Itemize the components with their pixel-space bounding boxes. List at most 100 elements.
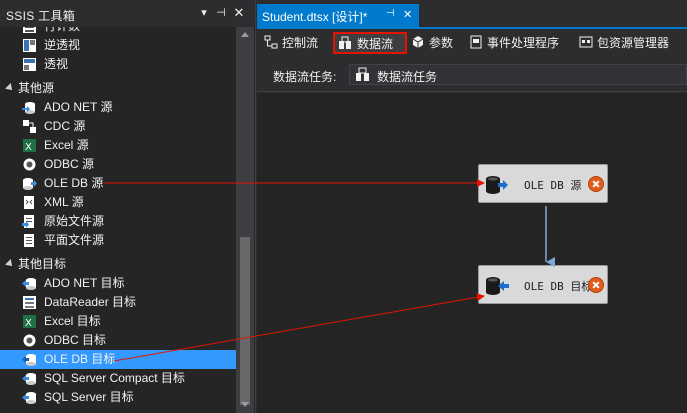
toolbox-item-odbc-destination[interactable]: ODBC 目标 xyxy=(0,331,236,350)
toolbox-item-label: XML 源 xyxy=(44,195,84,209)
oledb-destination-component[interactable]: OLE DB 目标 xyxy=(478,265,608,304)
toolbox-item-ado-net-destination[interactable]: ADO NET 目标 xyxy=(0,274,236,293)
ado-net-destination-icon xyxy=(22,278,36,290)
toolbox-item-label: OLE DB 目标 xyxy=(44,352,116,366)
toolbox-item-label: ADO NET 目标 xyxy=(44,276,125,290)
toolbox-item-label: Excel 目标 xyxy=(44,314,101,328)
tab-package-explorer[interactable]: 包资源管理器 xyxy=(575,32,683,54)
scrollbar-thumb[interactable] xyxy=(240,237,250,405)
toolbox-item-raw-file-source[interactable]: 原始文件源 xyxy=(0,212,236,231)
toolbox-item[interactable]: 行计数 xyxy=(0,27,236,36)
toolbox-category-other-destinations[interactable]: 其他目标 xyxy=(0,255,236,274)
oledb-source-icon xyxy=(486,176,508,194)
package-designer: Student.dtsx [设计]* ⊣ ✕ 控制流 数据流 参数 事件处理程序… xyxy=(257,0,687,413)
tab-label: 包资源管理器 xyxy=(597,36,670,50)
tab-event-handlers[interactable]: 事件处理程序 xyxy=(465,32,565,54)
unpivot-icon xyxy=(23,39,36,52)
tab-parameters[interactable]: 参数 xyxy=(407,32,459,54)
xml-source-icon xyxy=(24,196,34,209)
control-flow-icon xyxy=(264,35,278,49)
toolbox-item-sql-compact-destination[interactable]: SQL Server Compact 目标 xyxy=(0,369,236,388)
odbc-destination-icon xyxy=(23,334,36,347)
designer-tab-bar: 控制流 数据流 参数 事件处理程序 包资源管理器 xyxy=(257,29,687,57)
excel-source-icon: X xyxy=(23,139,36,153)
data-flow-task-label: 数据流任务: xyxy=(273,70,337,84)
toolbox-item-pivot[interactable]: 透视 xyxy=(0,55,236,74)
toolbox-title: SSIS 工具箱 xyxy=(6,9,76,23)
document-tab-title: Student.dtsx [设计]* xyxy=(262,10,368,24)
svg-text:X: X xyxy=(25,318,32,329)
toolbox-title-bar: SSIS 工具箱 ▾ ⊣ ✕ xyxy=(0,0,255,27)
flat-file-source-icon xyxy=(24,234,34,247)
toolbox-item-label: 原始文件源 xyxy=(44,214,105,228)
data-flow-task-bar: 数据流任务: 数据流任务 xyxy=(257,57,687,92)
selected-task-value: 数据流任务 xyxy=(377,70,438,84)
dropdown-icon[interactable]: ▾ xyxy=(197,6,211,20)
raw-file-source-icon xyxy=(22,215,34,228)
toolbox-item-label: Excel 源 xyxy=(44,138,89,152)
odbc-source-icon xyxy=(23,158,36,171)
toolbox-category-other-sources[interactable]: 其他源 xyxy=(0,79,236,98)
tab-control-flow[interactable]: 控制流 xyxy=(260,32,328,54)
toolbox-item-label: 透视 xyxy=(44,57,69,71)
svg-text:X: X xyxy=(25,142,32,153)
toolbox-item-cdc-source[interactable]: CDC 源 xyxy=(0,117,236,136)
toolbox-item-oledb-destination[interactable]: OLE DB 目标 xyxy=(0,350,236,369)
oledb-source-icon xyxy=(23,178,37,190)
parameters-icon xyxy=(412,36,424,48)
close-icon[interactable]: ✕ xyxy=(403,8,412,21)
pin-icon[interactable]: ⊣ xyxy=(214,6,228,20)
toolbox-item-label: SQL Server Compact 目标 xyxy=(44,371,185,385)
toolbox-item-label: CDC 源 xyxy=(44,119,86,133)
event-handlers-icon xyxy=(470,35,482,49)
collapse-triangle-icon xyxy=(5,259,15,269)
data-flow-icon xyxy=(339,36,351,49)
data-flow-canvas[interactable]: OLE DB 源 OLE DB 目标 xyxy=(257,93,687,413)
toolbox-item-odbc-source[interactable]: ODBC 源 xyxy=(0,155,236,174)
sql-server-destination-icon xyxy=(22,392,36,404)
error-icon xyxy=(588,277,604,293)
document-tab[interactable]: Student.dtsx [设计]* ⊣ ✕ xyxy=(257,4,419,27)
oledb-destination-icon xyxy=(22,354,36,366)
toolbox-item-excel-source[interactable]: X Excel 源 xyxy=(0,136,236,155)
toolbox-item-sql-server-destination[interactable]: SQL Server 目标 xyxy=(0,388,236,407)
close-icon[interactable]: ✕ xyxy=(232,6,246,20)
component-label: OLE DB 源 xyxy=(524,179,582,192)
toolbox-item-label: 行计数 xyxy=(44,27,80,36)
toolbox-item-unpivot[interactable]: 逆透视 xyxy=(0,36,236,55)
pin-icon[interactable]: ⊣ xyxy=(386,8,395,19)
toolbox-item-xml-source[interactable]: XML 源 xyxy=(0,193,236,212)
tab-label: 参数 xyxy=(429,36,454,50)
toolbox-item-oledb-source[interactable]: OLE DB 源 xyxy=(0,174,236,193)
toolbox-item-label: 逆透视 xyxy=(44,38,81,52)
toolbox-scrollbar[interactable] xyxy=(236,27,254,413)
tab-label: 控制流 xyxy=(282,36,319,50)
category-label: 其他目标 xyxy=(18,257,67,271)
scroll-down-icon[interactable] xyxy=(241,402,249,407)
ado-net-source-icon xyxy=(22,102,35,114)
error-icon xyxy=(588,176,604,192)
toolbox-item-label: ODBC 源 xyxy=(44,157,95,171)
datareader-destination-icon xyxy=(23,296,36,309)
toolbox-item-datareader-destination[interactable]: DataReader 目标 xyxy=(0,293,236,312)
collapse-triangle-icon xyxy=(5,83,15,93)
package-explorer-icon xyxy=(579,36,593,48)
toolbox-item-label: ADO NET 源 xyxy=(44,100,113,114)
oledb-source-component[interactable]: OLE DB 源 xyxy=(478,164,608,203)
row-count-icon xyxy=(23,27,36,33)
scroll-up-icon[interactable] xyxy=(241,32,249,37)
component-label: OLE DB 目标 xyxy=(524,280,593,293)
data-flow-task-select[interactable]: 数据流任务 xyxy=(349,64,687,85)
tab-data-flow[interactable]: 数据流 xyxy=(333,32,407,54)
ssis-toolbox-panel: SSIS 工具箱 ▾ ⊣ ✕ 行计数 逆透视 透视 其他源 ADO NET 源 … xyxy=(0,0,256,413)
toolbox-item-ado-net-source[interactable]: ADO NET 源 xyxy=(0,98,236,117)
tab-label: 数据流 xyxy=(357,37,394,51)
excel-destination-icon: X xyxy=(23,315,36,329)
toolbox-item-excel-destination[interactable]: X Excel 目标 xyxy=(0,312,236,331)
category-label: 其他源 xyxy=(18,81,55,95)
pivot-icon xyxy=(23,58,36,71)
oledb-destination-icon xyxy=(486,277,509,295)
toolbox-item-list: 行计数 逆透视 透视 其他源 ADO NET 源 CDC 源 X Excel 源 xyxy=(0,27,236,413)
toolbox-item-flat-file-source[interactable]: 平面文件源 xyxy=(0,231,236,250)
toolbox-item-label: OLE DB 源 xyxy=(44,176,104,190)
